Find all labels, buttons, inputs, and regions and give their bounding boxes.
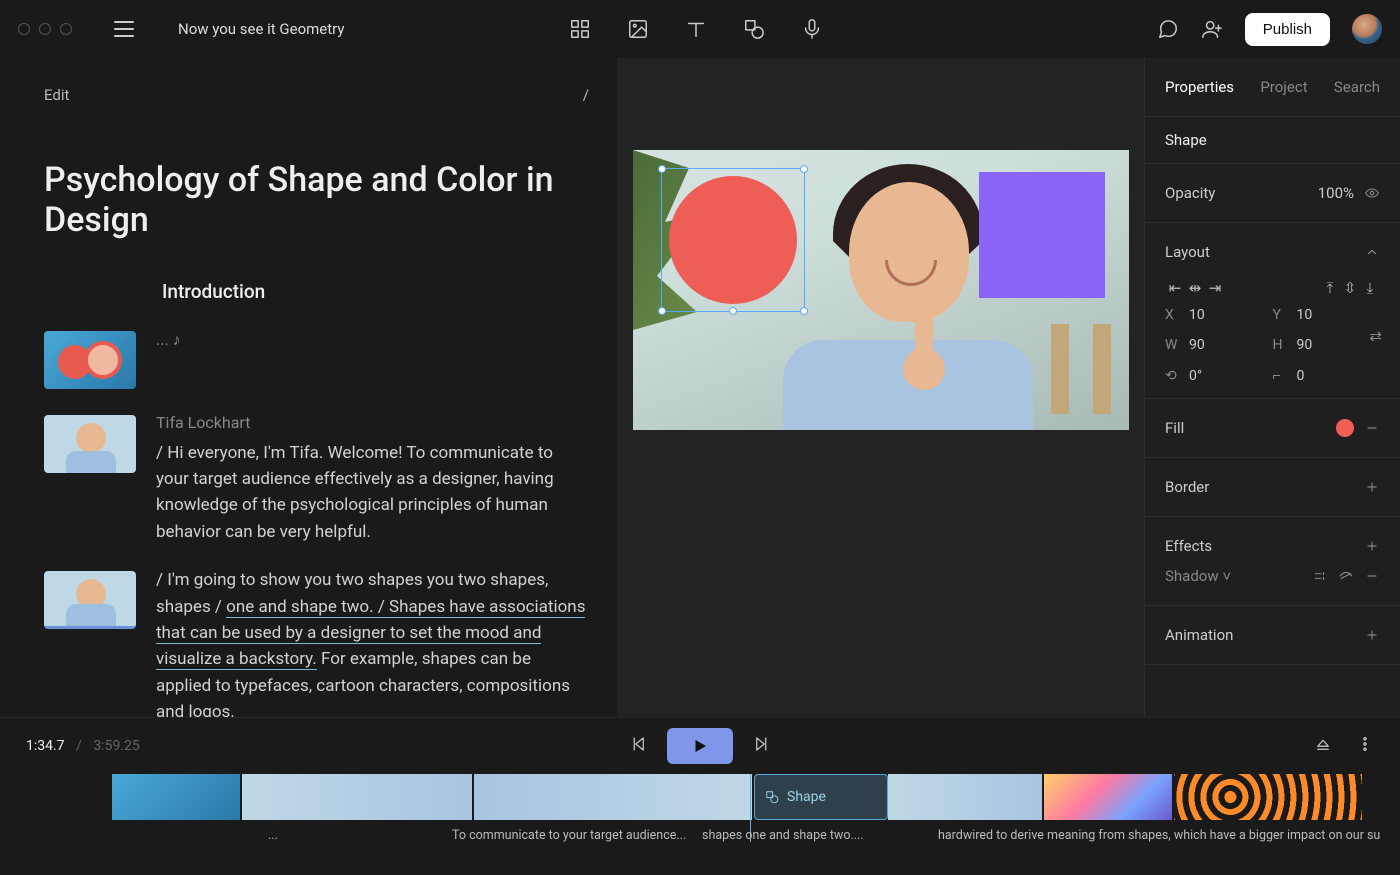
effects-label: Effects (1165, 537, 1212, 555)
speaker-label: Tifa Lockhart (156, 411, 589, 436)
play-button[interactable] (667, 728, 733, 764)
remove-effect-icon[interactable] (1364, 568, 1380, 584)
clip-thumbnail[interactable] (44, 415, 136, 473)
properties-panel: Properties Project Search Shape Opacity … (1144, 58, 1400, 717)
visibility-eye-icon[interactable] (1364, 185, 1380, 201)
script-block: / I'm going to show you two shapes you t… (44, 567, 589, 717)
add-animation-icon[interactable] (1364, 627, 1380, 643)
tab-properties[interactable]: Properties (1165, 78, 1234, 96)
alignment-icons: ⇤ ⇹ ⇥ ⤒ ⇳ ⤓ (1165, 279, 1380, 297)
toolbar-right: Publish (1157, 13, 1382, 46)
w-value[interactable]: 90 (1189, 337, 1205, 353)
add-user-icon[interactable] (1201, 18, 1223, 40)
shapes-icon[interactable] (743, 18, 765, 40)
slash-command-hint[interactable]: / (583, 86, 589, 104)
fill-color-swatch[interactable] (1336, 419, 1354, 437)
microphone-icon[interactable] (801, 18, 823, 40)
align-bottom-icon[interactable]: ⤓ (1360, 279, 1380, 297)
user-avatar[interactable] (1352, 14, 1382, 44)
align-top-icon[interactable]: ⤒ (1320, 279, 1340, 297)
timeline-shape-clip[interactable]: Shape (754, 774, 888, 820)
animation-label: Animation (1165, 626, 1233, 644)
fill-label: Fill (1165, 419, 1184, 437)
traffic-close-icon[interactable] (18, 23, 30, 35)
image-icon[interactable] (627, 18, 649, 40)
more-options-icon[interactable] (1356, 735, 1374, 757)
y-value[interactable]: 10 (1297, 307, 1313, 323)
timeline-clip[interactable] (112, 774, 242, 820)
layout-label: Layout (1165, 243, 1210, 261)
shadow-effect-label[interactable]: Shadow ˅ (1165, 567, 1231, 585)
timeline-panel: 1:34.7 / 3:59.25 Shape (0, 717, 1400, 875)
document-title[interactable]: Psychology of Shape and Color in Design (44, 160, 589, 240)
playback-time: 1:34.7 / 3:59.25 (26, 738, 140, 754)
selection-bounding-box[interactable] (661, 168, 805, 312)
skip-forward-icon[interactable] (753, 735, 771, 757)
project-title[interactable]: Now you see it Geometry (178, 20, 344, 38)
tab-search[interactable]: Search (1334, 78, 1380, 96)
border-label: Border (1165, 478, 1209, 496)
hamburger-menu-icon[interactable] (114, 21, 134, 37)
align-hcenter-icon[interactable]: ⇹ (1185, 279, 1205, 297)
add-border-icon[interactable] (1364, 479, 1380, 495)
align-right-icon[interactable]: ⇥ (1205, 279, 1225, 297)
section-shape: Shape (1145, 117, 1400, 164)
window-traffic-lights (18, 23, 72, 35)
templates-grid-icon[interactable] (569, 18, 591, 40)
h-value[interactable]: 90 (1297, 337, 1313, 353)
comment-icon[interactable] (1157, 18, 1179, 40)
tab-project[interactable]: Project (1260, 78, 1307, 96)
total-duration: 3:59.25 (93, 738, 139, 754)
timeline-clip[interactable] (888, 774, 1044, 820)
effect-visibility-icon[interactable] (1338, 568, 1354, 584)
clip-thumbnail[interactable] (44, 571, 136, 629)
script-block: ... ♪ (44, 327, 589, 389)
effect-settings-icon[interactable] (1312, 568, 1328, 584)
caption-text: ... (268, 828, 278, 843)
current-time: 1:34.7 (26, 738, 65, 754)
toolbar-tools (569, 18, 823, 40)
timeline-clip[interactable] (1044, 774, 1174, 820)
add-effect-icon[interactable] (1364, 538, 1380, 554)
section-heading[interactable]: Introduction (162, 280, 589, 303)
clip-thumbnail[interactable] (44, 331, 136, 389)
align-vcenter-icon[interactable]: ⇳ (1340, 279, 1360, 297)
main-area: Edit / Psychology of Shape and Color in … (0, 58, 1400, 717)
radius-value[interactable]: 0 (1297, 368, 1305, 384)
props-tabs: Properties Project Search (1145, 58, 1400, 117)
remove-fill-icon[interactable] (1364, 420, 1380, 436)
eject-icon[interactable] (1314, 735, 1332, 757)
edit-mode-label[interactable]: Edit (44, 86, 69, 104)
chevron-up-icon[interactable] (1364, 244, 1380, 260)
x-value[interactable]: 10 (1189, 307, 1205, 323)
script-note[interactable]: ... ♪ (156, 330, 181, 349)
text-icon[interactable] (685, 18, 707, 40)
timeline-track[interactable]: Shape ... To communicate to your target … (0, 774, 1400, 875)
traffic-max-icon[interactable] (60, 23, 72, 35)
rotation-value[interactable]: 0° (1189, 368, 1202, 384)
opacity-value[interactable]: 100% (1318, 184, 1354, 202)
video-canvas[interactable] (633, 150, 1129, 430)
transcript-text[interactable]: / I'm going to show you two shapes you t… (156, 567, 589, 717)
top-bar: Now you see it Geometry Publish (0, 0, 1400, 58)
caption-text: hardwired to derive meaning from shapes,… (938, 828, 1398, 843)
publish-button[interactable]: Publish (1245, 13, 1330, 46)
traffic-min-icon[interactable] (39, 23, 51, 35)
timeline-clip[interactable] (242, 774, 474, 820)
video-preview-panel (618, 58, 1144, 717)
timeline-clip[interactable] (474, 774, 754, 820)
script-block: Tifa Lockhart / Hi everyone, I'm Tifa. W… (44, 411, 589, 545)
script-editor: Edit / Psychology of Shape and Color in … (0, 58, 618, 717)
link-dimensions-icon[interactable]: ⇄ (1369, 327, 1382, 345)
caption-text: shapes one and shape two.... (702, 828, 872, 843)
opacity-label: Opacity (1165, 184, 1215, 202)
align-left-icon[interactable]: ⇤ (1165, 279, 1185, 297)
shape-square-overlay[interactable] (979, 172, 1105, 298)
timeline-clip[interactable] (1174, 774, 1364, 820)
transcript-text[interactable]: / Hi everyone, I'm Tifa. Welcome! To com… (156, 443, 554, 542)
caption-text: To communicate to your target audience..… (452, 828, 692, 843)
skip-back-icon[interactable] (629, 735, 647, 757)
